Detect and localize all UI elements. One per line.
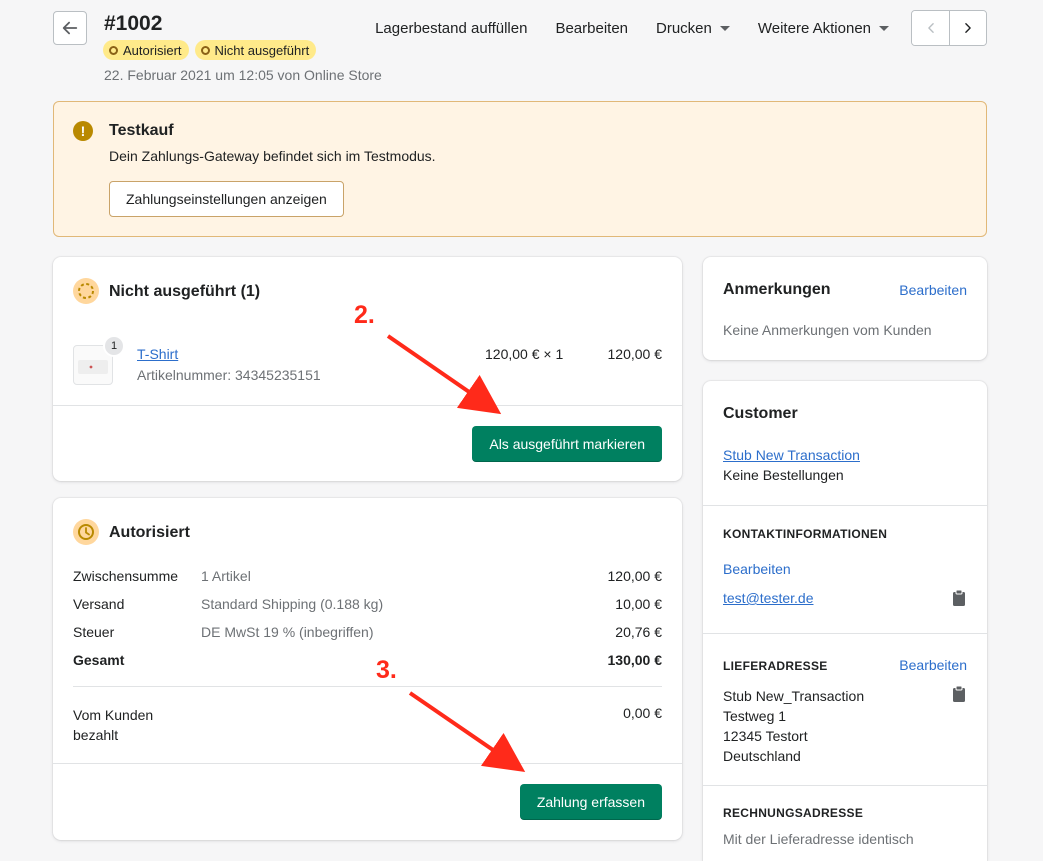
unfulfilled-status-icon [73, 278, 99, 304]
row-label: Versand [73, 596, 125, 612]
edit-shipping-link[interactable]: Bearbeiten [899, 657, 967, 673]
authorized-card: Autorisiert Zwischensumme 1 Artikel 120,… [53, 498, 682, 840]
caret-down-icon [719, 25, 730, 31]
authorized-title: Autorisiert [109, 524, 190, 541]
more-actions-label: Weitere Aktionen [757, 19, 871, 37]
paid-label-line: Vom Kunden [73, 707, 154, 723]
restock-button[interactable]: Lagerbestand auffüllen [375, 20, 527, 37]
caret-down-icon [879, 25, 889, 31]
more-actions-menu[interactable]: Weitere Aktionen [758, 20, 889, 37]
summary-row-tax: Steuer DE MwSt 19 % (inbegriffen) 20,76 … [73, 624, 662, 644]
divider [703, 633, 987, 634]
previous-order-button[interactable] [912, 11, 949, 45]
status-badges: Autorisiert Nicht ausgeführt [103, 40, 317, 60]
quantity-badge: 1 [103, 335, 125, 357]
unit-price: 120,00 € × 1 [485, 346, 564, 362]
row-detail: 1 Artikel [201, 568, 251, 584]
payment-settings-button[interactable]: Zahlungseinstellungen anzeigen [109, 181, 344, 217]
page-header: #1002 Autorisiert Nicht ausgeführt 22. F… [53, 10, 987, 90]
billing-text: Mit der Lieferadresse identisch [723, 831, 914, 847]
order-meta: 22. Februar 2021 um 12:05 von Online Sto… [104, 67, 382, 83]
line-total: 120,00 € [607, 346, 663, 362]
summary-row-shipping: Versand Standard Shipping (0.188 kg) 10,… [73, 596, 662, 616]
divider [53, 405, 682, 406]
order-pager [911, 10, 987, 46]
row-detail: DE MwSt 19 % (inbegriffen) [201, 624, 374, 640]
paid-by-customer-label: Vom Kunden bezahlt [73, 705, 153, 745]
summary-row-subtotal: Zwischensumme 1 Artikel 120,00 € [73, 568, 662, 588]
divider [53, 763, 682, 764]
customer-title: Customer [723, 405, 798, 422]
row-amount: 10,00 € [615, 596, 662, 612]
row-amount: 20,76 € [615, 624, 662, 640]
address-line: Deutschland [723, 748, 801, 764]
clipboard-icon[interactable] [951, 685, 967, 703]
row-amount: 130,00 € [607, 652, 663, 668]
address-line: Stub New_Transaction [723, 688, 865, 704]
warning-icon: ! [73, 121, 93, 141]
row-label: Steuer [73, 624, 115, 640]
notes-title: Anmerkungen [723, 281, 831, 298]
row-detail: Standard Shipping (0.188 kg) [201, 596, 384, 612]
row-amount: 120,00 € [607, 568, 663, 584]
customer-name-link[interactable]: Stub New Transaction [723, 447, 860, 463]
customer-email-link[interactable]: test@tester.de [723, 590, 813, 606]
product-sku: Artikelnummer: 34345235151 [137, 367, 321, 383]
print-menu[interactable]: Drucken [656, 20, 730, 37]
circle-icon [200, 45, 210, 55]
authorized-status-icon [73, 519, 99, 545]
badge-label: Autorisiert [123, 42, 182, 58]
annotation-step-3: 3. [376, 656, 397, 684]
shipping-address: Stub New_Transaction Testweg 1 12345 Tes… [723, 686, 864, 766]
dashed-circle-icon [78, 283, 94, 299]
billing-section-title: RECHNUNGSADRESSE [723, 806, 864, 820]
print-label: Drucken [656, 19, 712, 37]
divider [703, 785, 987, 786]
edit-contact-link[interactable]: Bearbeiten [723, 561, 791, 577]
unfulfilled-card: Nicht ausgeführt (1) 1 T-Shirt Artikelnu… [53, 257, 682, 481]
status-badge-unfulfilled: Nicht ausgeführt [194, 40, 317, 60]
unfulfilled-title: Nicht ausgeführt (1) [109, 283, 261, 300]
address-line: 12345 Testort [723, 728, 808, 744]
banner-title: Testkauf [109, 122, 174, 139]
clock-icon [78, 524, 94, 540]
address-line: Testweg 1 [723, 708, 787, 724]
divider [703, 505, 987, 506]
shipping-section-title: LIEFERADRESSE [723, 659, 828, 673]
page-title: #1002 [104, 12, 163, 35]
row-label: Gesamt [73, 652, 125, 668]
status-badge-authorized: Autorisiert [103, 40, 189, 60]
customer-card: Customer Stub New Transaction Keine Best… [703, 381, 987, 861]
summary-row-total: Gesamt 130,00 € [73, 652, 662, 672]
paid-label-line: bezahlt [73, 727, 119, 743]
arrow-left-icon [62, 21, 78, 35]
banner-text: Dein Zahlungs-Gateway befindet sich im T… [109, 148, 436, 164]
notes-card: Anmerkungen Bearbeiten Keine Anmerkungen… [703, 257, 987, 360]
edit-order-button[interactable]: Bearbeiten [555, 20, 628, 37]
annotation-step-2: 2. [354, 301, 375, 329]
badge-label: Nicht ausgeführt [214, 42, 310, 58]
chevron-left-icon [927, 23, 934, 33]
row-label: Zwischensumme [73, 568, 179, 584]
header-actions: Lagerbestand auffüllen Bearbeiten Drucke… [347, 10, 987, 46]
next-order-button[interactable] [949, 11, 986, 45]
paid-amount: 0,00 € [623, 705, 662, 721]
capture-payment-button[interactable]: Zahlung erfassen [519, 784, 662, 820]
circle-icon [109, 45, 118, 55]
test-order-banner: ! Testkauf Dein Zahlungs-Gateway befinde… [53, 101, 987, 237]
notes-text: Keine Anmerkungen vom Kunden [723, 322, 932, 338]
edit-notes-link[interactable]: Bearbeiten [899, 282, 967, 298]
divider [73, 686, 662, 687]
clipboard-icon[interactable] [951, 589, 967, 607]
mark-fulfilled-button[interactable]: Als ausgeführt markieren [472, 426, 662, 462]
contact-section-title: KONTAKTINFORMATIONEN [723, 527, 888, 541]
customer-orders: Keine Bestellungen [723, 467, 844, 483]
product-link[interactable]: T-Shirt [137, 346, 178, 362]
back-button[interactable] [53, 11, 87, 45]
chevron-right-icon [965, 23, 971, 33]
